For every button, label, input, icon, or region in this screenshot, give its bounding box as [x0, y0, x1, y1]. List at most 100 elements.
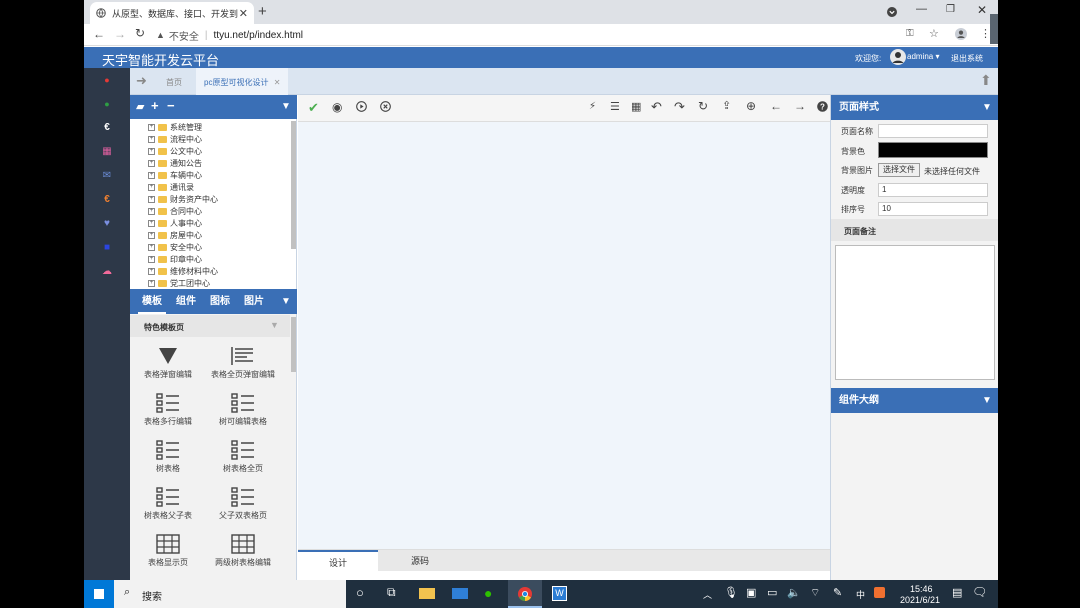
tree-item[interactable]: + 人事中心	[148, 217, 202, 229]
logout-link[interactable]: 退出系统	[951, 53, 983, 64]
bg-color-input[interactable]	[878, 142, 988, 158]
tree-item[interactable]: + 合同中心	[148, 205, 202, 217]
expand-icon[interactable]: +	[148, 207, 155, 215]
page-style-dropdown-icon[interactable]: ▼	[982, 95, 992, 120]
section-header[interactable]: 特色模板页 ▼	[130, 315, 290, 337]
refresh-icon[interactable]: ↻	[698, 99, 708, 113]
tree-item[interactable]: + 通讯录	[148, 181, 194, 193]
help-icon[interactable]: ?	[817, 101, 828, 112]
browser-tab[interactable]: 从原型、数据库、接口、开发到 ✕	[90, 2, 254, 24]
tab-templates[interactable]: 模板	[138, 289, 166, 314]
reload-icon[interactable]: ↻	[135, 26, 145, 40]
tray-chevron-icon[interactable]: ︿	[703, 588, 712, 601]
undo-icon[interactable]: ↶	[651, 99, 662, 115]
forward-arrow-icon[interactable]: →	[114, 27, 126, 41]
cortana-icon[interactable]: ○	[356, 585, 364, 600]
tab-home[interactable]: 首页	[166, 77, 182, 88]
close-tab-icon[interactable]: ✕	[239, 7, 248, 20]
component-scrollbar[interactable]	[291, 317, 296, 372]
expand-icon[interactable]: +	[148, 231, 155, 239]
start-button[interactable]	[84, 580, 114, 608]
tree-item[interactable]: + 财务资产中心	[148, 193, 218, 205]
opacity-input[interactable]: 1	[878, 183, 988, 197]
template-card[interactable]: 树表格父子表	[130, 484, 206, 528]
tree-item[interactable]: + 维修材料中心	[148, 265, 218, 277]
tab-components[interactable]: 组件	[172, 289, 200, 314]
wechat-icon[interactable]: ●	[484, 585, 492, 601]
tree-item[interactable]: + 房屋中心	[148, 229, 202, 241]
magic-wand-icon[interactable]: ⚡	[589, 101, 596, 112]
template-card[interactable]: 树表格	[130, 437, 206, 481]
tree-item[interactable]: + 党工团中心	[148, 277, 210, 289]
microphone-icon[interactable]: 🎙	[724, 586, 738, 599]
expand-icon[interactable]: +	[148, 219, 155, 227]
arrow-left-icon[interactable]: ←	[770, 99, 782, 113]
template-card[interactable]: 表格多行编辑	[130, 390, 206, 434]
export-icon[interactable]: ⇪	[722, 99, 731, 112]
expand-icon[interactable]: +	[148, 123, 155, 131]
nav-grid-icon[interactable]: ▦	[84, 142, 130, 162]
expand-icon[interactable]: +	[148, 147, 155, 155]
tree-item[interactable]: + 车辆中心	[148, 169, 202, 181]
component-outline-header[interactable]: 组件大纲 ▼	[831, 388, 998, 413]
scroll-top-arrow-icon[interactable]: ⬆	[980, 72, 992, 89]
chrome-taskbar-button[interactable]	[508, 580, 542, 608]
tab-images[interactable]: 图片	[240, 289, 268, 314]
outline-dropdown-icon[interactable]: ▼	[982, 388, 992, 413]
word-app-icon[interactable]: W	[552, 586, 567, 601]
expand-icon[interactable]: +	[148, 279, 155, 287]
page-style-header[interactable]: 页面样式 ▼	[831, 95, 998, 120]
tab-icons[interactable]: 图标	[206, 289, 234, 314]
tree-item[interactable]: + 印章中心	[148, 253, 202, 265]
remove-icon[interactable]: −	[167, 98, 175, 113]
download-icon[interactable]: ⊕	[746, 99, 756, 113]
tree-dropdown-icon[interactable]: ▼	[281, 101, 291, 112]
nav-red-dot-icon[interactable]: ●	[84, 70, 130, 90]
add-icon[interactable]: +	[151, 98, 159, 113]
url-field[interactable]: ▲ 不安全 | ttyu.net/p/index.html	[156, 27, 956, 43]
check-icon[interactable]: ✔	[308, 100, 319, 116]
expand-icon[interactable]: +	[148, 171, 155, 179]
template-card[interactable]: 两级树表格编辑	[205, 531, 281, 575]
expand-icon[interactable]: +	[148, 183, 155, 191]
expand-icon[interactable]: +	[148, 255, 155, 263]
section-collapse-icon[interactable]: ▼	[270, 320, 279, 330]
preview-eye-icon[interactable]: ◉	[332, 100, 342, 114]
design-canvas[interactable]	[298, 122, 830, 549]
task-view-icon[interactable]: ⧉	[387, 585, 396, 600]
maximize-window-icon[interactable]: ❐	[946, 4, 955, 15]
nav-mail-icon[interactable]: ✉	[84, 166, 130, 186]
play-icon[interactable]	[356, 101, 367, 112]
nav-green-dot-icon[interactable]: ●	[84, 94, 130, 114]
remark-textarea[interactable]	[835, 245, 995, 380]
tree-item[interactable]: + 通知公告	[148, 157, 202, 169]
arrow-right-icon[interactable]: →	[794, 99, 806, 113]
order-input[interactable]: 10	[878, 202, 988, 216]
nav-cloud-icon[interactable]: ☁	[84, 262, 130, 282]
component-dropdown-icon[interactable]: ▼	[281, 296, 291, 307]
nav-blue-square-icon[interactable]: ■	[84, 238, 130, 258]
template-card[interactable]: 表格全页弹窗编辑	[205, 343, 281, 387]
key-icon[interactable]: ⚿	[906, 28, 914, 39]
clock-date[interactable]: 2021/6/21	[900, 595, 940, 605]
template-card[interactable]: 表格弹窗编辑	[130, 343, 206, 387]
star-icon[interactable]: ☆	[929, 27, 939, 40]
notifications-icon[interactable]: ▤	[952, 586, 962, 599]
expand-icon[interactable]: +	[148, 195, 155, 203]
mail-app-icon[interactable]	[452, 588, 468, 599]
template-card[interactable]: 父子双表格页	[205, 484, 281, 528]
action-center-icon[interactable]: 🗨	[972, 585, 987, 599]
tree-item[interactable]: + 安全中心	[148, 241, 202, 253]
align-icon[interactable]: ☰	[610, 100, 620, 113]
expand-icon[interactable]: +	[148, 243, 155, 251]
tab-source[interactable]: 源码	[380, 550, 460, 572]
taskbar-search[interactable]: ⌕ 搜索	[114, 580, 346, 608]
tree-item[interactable]: + 流程中心	[148, 133, 202, 145]
close-tab-icon[interactable]: ✕	[274, 78, 281, 87]
minimize-window-icon[interactable]: —	[916, 3, 927, 15]
nav-heart-icon[interactable]: ♥	[84, 214, 130, 234]
screen-icon[interactable]: ▣	[746, 586, 756, 599]
file-explorer-icon[interactable]	[419, 588, 435, 599]
expand-icon[interactable]: +	[148, 135, 155, 143]
template-card[interactable]: 表格显示页	[130, 531, 206, 575]
